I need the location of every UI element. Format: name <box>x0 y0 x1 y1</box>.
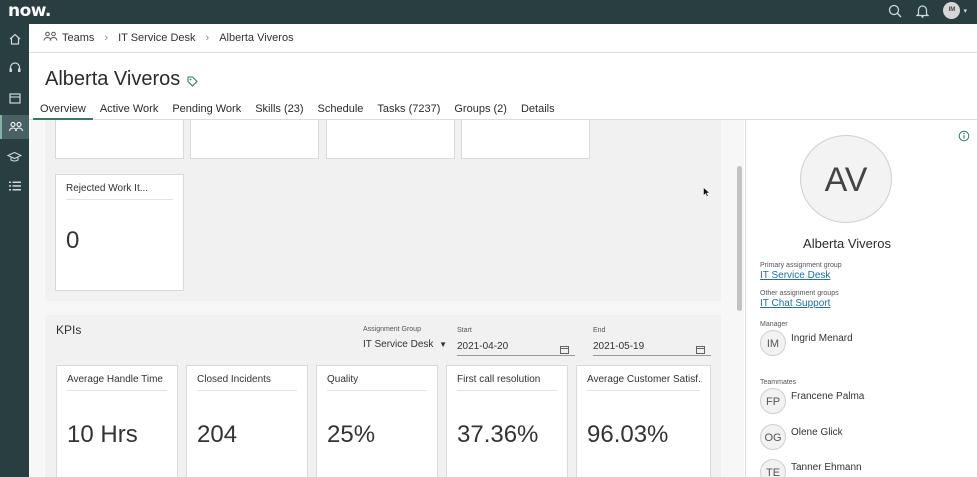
mouse-pointer-icon <box>703 184 711 202</box>
card-title: Rejected Work It... <box>66 183 149 194</box>
assignment-group-select[interactable]: IT Service Desk ▼ <box>363 339 447 350</box>
breadcrumb-teams[interactable]: Teams <box>43 31 94 45</box>
kpi-value: 37.36% <box>457 421 539 448</box>
kpi-title: Average Customer Satisf... <box>587 374 702 385</box>
tab-skills[interactable]: Skills (23) <box>248 99 310 120</box>
tag-icon[interactable] <box>187 74 198 92</box>
breadcrumb-current: Alberta Viveros <box>219 32 294 44</box>
left-nav-rail <box>0 24 29 477</box>
main-scrollbar[interactable] <box>737 166 742 311</box>
primary-group-label: Primary assignment group <box>760 262 842 269</box>
user-avatar[interactable]: IM <box>943 2 961 19</box>
kpi-card[interactable]: Quality 25% <box>316 365 438 477</box>
tab-pending-work[interactable]: Pending Work <box>165 99 248 120</box>
manager-avatar[interactable]: IM <box>760 330 786 356</box>
tab-tasks[interactable]: Tasks (7237) <box>370 99 447 120</box>
card-value: 0 <box>66 227 80 254</box>
info-icon[interactable] <box>958 129 970 147</box>
chevron-right-icon: › <box>205 32 210 44</box>
headset-icon[interactable] <box>0 56 29 80</box>
tab-groups[interactable]: Groups (2) <box>447 99 514 120</box>
kpi-card[interactable]: Closed Incidents 204 <box>186 365 308 477</box>
kpi-card[interactable]: Average Handle Time 10 Hrs <box>56 365 178 477</box>
chevron-down-icon[interactable]: ▾ <box>963 7 967 15</box>
calendar-icon[interactable] <box>560 341 569 359</box>
kpi-title: Average Handle Time <box>67 374 163 385</box>
kpi-title: Quality <box>327 374 359 385</box>
header-actions: IM ▾ <box>888 2 967 19</box>
tab-details[interactable]: Details <box>514 99 562 120</box>
start-date-value[interactable]: 2021-04-20 <box>457 341 508 352</box>
start-label: Start <box>457 327 472 334</box>
work-item-card[interactable] <box>55 120 184 159</box>
profile-name: Alberta Viveros <box>803 236 891 251</box>
rejected-work-items-card[interactable]: Rejected Work It... 0 <box>55 174 184 291</box>
breadcrumb-label: Teams <box>62 32 95 44</box>
tab-bar: Overview Active Work Pending Work Skills… <box>29 99 977 120</box>
work-item-card[interactable] <box>190 120 319 159</box>
now-logo[interactable]: now. <box>8 1 51 21</box>
kpi-value: 96.03% <box>587 421 669 448</box>
manager-label: Manager <box>760 321 788 328</box>
primary-group-link[interactable]: IT Service Desk <box>760 270 830 281</box>
work-item-card[interactable] <box>326 120 455 159</box>
tab-overview[interactable]: Overview <box>33 99 93 120</box>
tab-active-work[interactable]: Active Work <box>93 99 165 120</box>
kpi-title: First call resolution <box>457 374 541 385</box>
kpi-card[interactable]: First call resolution 37.36% <box>446 365 568 477</box>
kpi-value: 25% <box>327 421 376 448</box>
work-item-card[interactable] <box>461 120 590 159</box>
notification-bell-icon[interactable] <box>916 4 930 18</box>
home-icon[interactable] <box>0 27 29 51</box>
caret-down-icon: ▼ <box>439 340 448 349</box>
kpi-heading: KPIs <box>56 323 82 337</box>
list-icon[interactable] <box>0 174 29 198</box>
end-underline <box>593 355 711 356</box>
assignment-group-value: IT Service Desk <box>363 339 434 350</box>
other-group-link[interactable]: IT Chat Support <box>760 298 830 309</box>
divider <box>66 199 173 200</box>
top-header: now. IM ▾ <box>0 0 977 24</box>
divider <box>587 390 700 391</box>
kpi-card[interactable]: Average Customer Satisf... 96.03% <box>576 365 711 477</box>
teammate-avatar[interactable]: FP <box>760 388 786 414</box>
breadcrumb-it-service-desk[interactable]: IT Service Desk <box>118 32 195 44</box>
divider <box>327 390 427 391</box>
teams-icon <box>43 31 58 45</box>
start-underline <box>457 355 575 356</box>
divider <box>197 390 297 391</box>
breadcrumb: Teams › IT Service Desk › Alberta Vivero… <box>29 24 977 53</box>
teammate-name[interactable]: Tanner Ehmann <box>791 462 862 473</box>
teammate-name[interactable]: Olene Glick <box>791 427 843 438</box>
assignment-group-label: Assignment Group <box>363 326 421 333</box>
teammate-avatar[interactable]: OG <box>760 424 786 450</box>
calendar-icon[interactable] <box>696 341 705 359</box>
kpi-value: 204 <box>197 421 238 448</box>
manager-name[interactable]: Ingrid Menard <box>791 333 853 344</box>
page-title: Alberta Viveros <box>45 68 181 90</box>
graduation-cap-icon[interactable] <box>0 145 29 169</box>
calendar-icon[interactable] <box>0 86 29 110</box>
kpi-title: Closed Incidents <box>197 374 271 385</box>
end-label: End <box>593 327 606 334</box>
chevron-right-icon: › <box>104 32 109 44</box>
divider <box>457 390 557 391</box>
other-groups-label: Other assignment groups <box>760 290 839 297</box>
search-icon[interactable] <box>888 4 902 18</box>
divider <box>67 390 167 391</box>
kpi-value: 10 Hrs <box>67 421 138 448</box>
teams-icon[interactable] <box>0 115 29 139</box>
end-date-value[interactable]: 2021-05-19 <box>593 341 644 352</box>
tab-schedule[interactable]: Schedule <box>311 99 371 120</box>
teammate-name[interactable]: Francene Palma <box>791 391 864 402</box>
profile-avatar: AV <box>800 135 892 223</box>
teammates-label: Teammates <box>760 379 797 386</box>
